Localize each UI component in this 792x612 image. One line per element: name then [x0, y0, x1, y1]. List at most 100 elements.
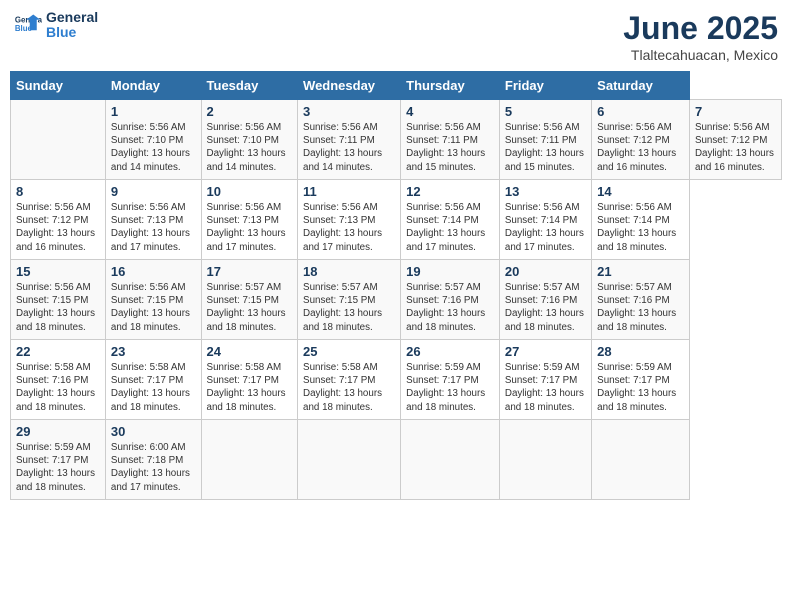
day-number: 20 — [505, 264, 586, 279]
day-cell: 3 Sunrise: 5:56 AM Sunset: 7:11 PM Dayli… — [298, 100, 401, 180]
day-info: Sunrise: 5:57 AM Sunset: 7:16 PM Dayligh… — [406, 281, 494, 334]
day-number: 14 — [597, 184, 684, 199]
day-cell: 14 Sunrise: 5:56 AM Sunset: 7:14 PM Dayl… — [592, 180, 690, 260]
day-number: 26 — [406, 344, 494, 359]
day-cell: 23 Sunrise: 5:58 AM Sunset: 7:17 PM Dayl… — [105, 340, 201, 420]
day-number: 29 — [16, 424, 100, 439]
calendar-subtitle: Tlaltecahuacan, Mexico — [623, 47, 778, 63]
column-header-thursday: Thursday — [401, 72, 500, 100]
calendar-title: June 2025 — [623, 10, 778, 47]
column-header-sunday: Sunday — [11, 72, 106, 100]
day-info: Sunrise: 5:56 AM Sunset: 7:12 PM Dayligh… — [16, 201, 100, 254]
day-info: Sunrise: 5:59 AM Sunset: 7:17 PM Dayligh… — [505, 361, 586, 414]
page-header: General Blue GeneralBlue June 2025 Tlalt… — [10, 10, 782, 63]
day-number: 19 — [406, 264, 494, 279]
day-number: 22 — [16, 344, 100, 359]
day-number: 10 — [207, 184, 293, 199]
day-info: Sunrise: 5:58 AM Sunset: 7:16 PM Dayligh… — [16, 361, 100, 414]
day-info: Sunrise: 5:56 AM Sunset: 7:15 PM Dayligh… — [111, 281, 196, 334]
day-cell: 24 Sunrise: 5:58 AM Sunset: 7:17 PM Dayl… — [201, 340, 298, 420]
day-cell: 21 Sunrise: 5:57 AM Sunset: 7:16 PM Dayl… — [592, 260, 690, 340]
day-cell: 2 Sunrise: 5:56 AM Sunset: 7:10 PM Dayli… — [201, 100, 298, 180]
week-row-5: 29 Sunrise: 5:59 AM Sunset: 7:17 PM Dayl… — [11, 420, 782, 500]
day-info: Sunrise: 5:56 AM Sunset: 7:14 PM Dayligh… — [597, 201, 684, 254]
day-cell: 27 Sunrise: 5:59 AM Sunset: 7:17 PM Dayl… — [499, 340, 591, 420]
day-number: 16 — [111, 264, 196, 279]
day-number: 9 — [111, 184, 196, 199]
day-info: Sunrise: 5:57 AM Sunset: 7:15 PM Dayligh… — [303, 281, 395, 334]
day-number: 3 — [303, 104, 395, 119]
day-info: Sunrise: 5:57 AM Sunset: 7:16 PM Dayligh… — [505, 281, 586, 334]
day-info: Sunrise: 5:56 AM Sunset: 7:10 PM Dayligh… — [111, 121, 196, 174]
day-cell: 15 Sunrise: 5:56 AM Sunset: 7:15 PM Dayl… — [11, 260, 106, 340]
day-info: Sunrise: 5:56 AM Sunset: 7:11 PM Dayligh… — [406, 121, 494, 174]
day-cell: 13 Sunrise: 5:56 AM Sunset: 7:14 PM Dayl… — [499, 180, 591, 260]
day-cell: 29 Sunrise: 5:59 AM Sunset: 7:17 PM Dayl… — [11, 420, 106, 500]
day-cell: 25 Sunrise: 5:58 AM Sunset: 7:17 PM Dayl… — [298, 340, 401, 420]
day-cell — [499, 420, 591, 500]
day-number: 17 — [207, 264, 293, 279]
day-cell: 6 Sunrise: 5:56 AM Sunset: 7:12 PM Dayli… — [592, 100, 690, 180]
day-number: 12 — [406, 184, 494, 199]
day-cell: 20 Sunrise: 5:57 AM Sunset: 7:16 PM Dayl… — [499, 260, 591, 340]
title-block: June 2025 Tlaltecahuacan, Mexico — [623, 10, 778, 63]
day-info: Sunrise: 5:56 AM Sunset: 7:13 PM Dayligh… — [111, 201, 196, 254]
day-info: Sunrise: 5:59 AM Sunset: 7:17 PM Dayligh… — [16, 441, 100, 494]
day-cell: 4 Sunrise: 5:56 AM Sunset: 7:11 PM Dayli… — [401, 100, 500, 180]
week-row-2: 8 Sunrise: 5:56 AM Sunset: 7:12 PM Dayli… — [11, 180, 782, 260]
day-cell: 16 Sunrise: 5:56 AM Sunset: 7:15 PM Dayl… — [105, 260, 201, 340]
day-number: 2 — [207, 104, 293, 119]
day-number: 15 — [16, 264, 100, 279]
day-info: Sunrise: 5:56 AM Sunset: 7:12 PM Dayligh… — [695, 121, 776, 174]
svg-text:General: General — [15, 16, 42, 25]
day-cell — [401, 420, 500, 500]
day-cell: 5 Sunrise: 5:56 AM Sunset: 7:11 PM Dayli… — [499, 100, 591, 180]
day-cell: 30 Sunrise: 6:00 AM Sunset: 7:18 PM Dayl… — [105, 420, 201, 500]
day-number: 24 — [207, 344, 293, 359]
empty-cell — [11, 100, 106, 180]
day-cell: 19 Sunrise: 5:57 AM Sunset: 7:16 PM Dayl… — [401, 260, 500, 340]
logo: General Blue GeneralBlue — [14, 10, 98, 41]
week-row-3: 15 Sunrise: 5:56 AM Sunset: 7:15 PM Dayl… — [11, 260, 782, 340]
day-info: Sunrise: 5:58 AM Sunset: 7:17 PM Dayligh… — [303, 361, 395, 414]
day-cell — [298, 420, 401, 500]
day-cell: 7 Sunrise: 5:56 AM Sunset: 7:12 PM Dayli… — [689, 100, 781, 180]
day-info: Sunrise: 5:59 AM Sunset: 7:17 PM Dayligh… — [597, 361, 684, 414]
day-info: Sunrise: 5:56 AM Sunset: 7:11 PM Dayligh… — [303, 121, 395, 174]
day-cell: 10 Sunrise: 5:56 AM Sunset: 7:13 PM Dayl… — [201, 180, 298, 260]
day-cell: 28 Sunrise: 5:59 AM Sunset: 7:17 PM Dayl… — [592, 340, 690, 420]
day-number: 25 — [303, 344, 395, 359]
day-number: 13 — [505, 184, 586, 199]
day-cell: 11 Sunrise: 5:56 AM Sunset: 7:13 PM Dayl… — [298, 180, 401, 260]
day-info: Sunrise: 5:56 AM Sunset: 7:13 PM Dayligh… — [207, 201, 293, 254]
day-number: 5 — [505, 104, 586, 119]
day-info: Sunrise: 5:56 AM Sunset: 7:10 PM Dayligh… — [207, 121, 293, 174]
day-info: Sunrise: 5:56 AM Sunset: 7:15 PM Dayligh… — [16, 281, 100, 334]
day-info: Sunrise: 6:00 AM Sunset: 7:18 PM Dayligh… — [111, 441, 196, 494]
day-number: 7 — [695, 104, 776, 119]
week-row-1: 1 Sunrise: 5:56 AM Sunset: 7:10 PM Dayli… — [11, 100, 782, 180]
day-info: Sunrise: 5:56 AM Sunset: 7:14 PM Dayligh… — [406, 201, 494, 254]
day-number: 30 — [111, 424, 196, 439]
day-info: Sunrise: 5:56 AM Sunset: 7:14 PM Dayligh… — [505, 201, 586, 254]
day-info: Sunrise: 5:56 AM Sunset: 7:13 PM Dayligh… — [303, 201, 395, 254]
day-number: 28 — [597, 344, 684, 359]
day-cell: 12 Sunrise: 5:56 AM Sunset: 7:14 PM Dayl… — [401, 180, 500, 260]
day-info: Sunrise: 5:56 AM Sunset: 7:12 PM Dayligh… — [597, 121, 684, 174]
day-number: 11 — [303, 184, 395, 199]
calendar-header-row: SundayMondayTuesdayWednesdayThursdayFrid… — [11, 72, 782, 100]
logo-text: GeneralBlue — [46, 10, 98, 41]
calendar-table: SundayMondayTuesdayWednesdayThursdayFrid… — [10, 71, 782, 500]
logo-icon: General Blue — [14, 11, 42, 39]
day-number: 8 — [16, 184, 100, 199]
day-cell: 18 Sunrise: 5:57 AM Sunset: 7:15 PM Dayl… — [298, 260, 401, 340]
day-cell: 26 Sunrise: 5:59 AM Sunset: 7:17 PM Dayl… — [401, 340, 500, 420]
day-number: 6 — [597, 104, 684, 119]
day-number: 4 — [406, 104, 494, 119]
day-info: Sunrise: 5:57 AM Sunset: 7:16 PM Dayligh… — [597, 281, 684, 334]
day-info: Sunrise: 5:58 AM Sunset: 7:17 PM Dayligh… — [207, 361, 293, 414]
day-cell: 1 Sunrise: 5:56 AM Sunset: 7:10 PM Dayli… — [105, 100, 201, 180]
column-header-wednesday: Wednesday — [298, 72, 401, 100]
day-number: 21 — [597, 264, 684, 279]
column-header-tuesday: Tuesday — [201, 72, 298, 100]
